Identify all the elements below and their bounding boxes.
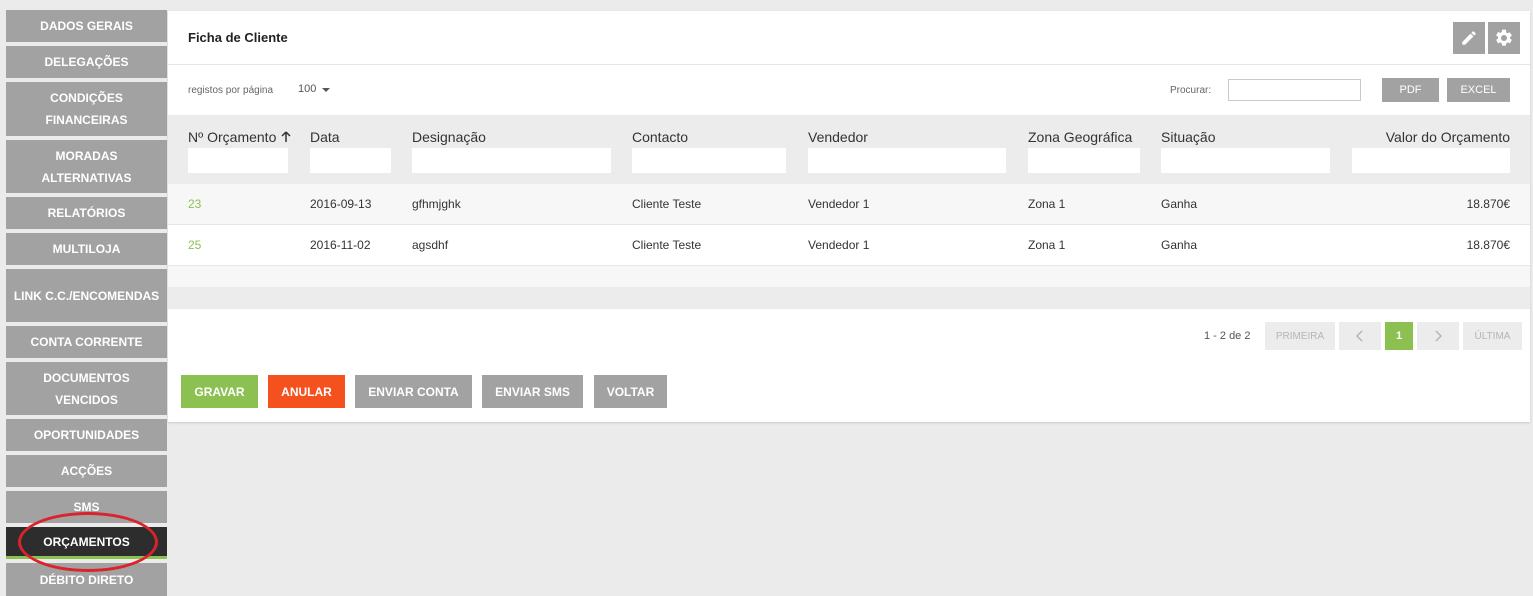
cell-designacao: gfhmjghk xyxy=(412,197,461,211)
cell-numero[interactable]: 23 xyxy=(188,197,201,211)
page-title: Ficha de Cliente xyxy=(188,30,288,45)
column-header-valor[interactable]: Valor do Orçamento xyxy=(1386,129,1510,145)
cell-numero[interactable]: 25 xyxy=(188,238,201,252)
filter-data[interactable] xyxy=(310,148,391,173)
sidebar-item-accoes[interactable]: ACÇÕES xyxy=(6,455,167,487)
pagination-info: 1 - 2 de 2 xyxy=(1204,330,1251,342)
cell-data: 2016-11-02 xyxy=(310,238,371,252)
cell-valor: 18.870€ xyxy=(1466,238,1510,252)
pagination-prev-button[interactable] xyxy=(1339,322,1381,350)
cell-contacto: Cliente Teste xyxy=(632,238,702,252)
sidebar-item-oportunidades[interactable]: OPORTUNIDADES xyxy=(6,419,167,451)
filter-contacto[interactable] xyxy=(632,148,786,173)
sort-ascending-icon xyxy=(281,131,291,142)
column-header-designacao[interactable]: Designação xyxy=(412,129,486,145)
sidebar-item-dados-gerais[interactable]: DADOS GERAIS xyxy=(6,10,167,42)
cell-valor: 18.870€ xyxy=(1466,197,1510,211)
sidebar-item-sms[interactable]: SMS xyxy=(6,491,167,523)
cell-zona: Zona 1 xyxy=(1028,197,1066,211)
cell-contacto: Cliente Teste xyxy=(632,197,702,211)
search-label: Procurar: xyxy=(1170,85,1212,96)
column-header-contacto[interactable]: Contacto xyxy=(632,129,688,145)
filter-vendedor[interactable] xyxy=(808,148,1006,173)
sidebar-item-conta-corrente[interactable]: CONTA CORRENTE xyxy=(6,326,167,358)
filter-numero[interactable] xyxy=(188,148,288,173)
pagination-first-button[interactable]: PRIMEIRA xyxy=(1265,322,1335,350)
filter-situacao[interactable] xyxy=(1161,148,1330,173)
cell-situacao: Ganha xyxy=(1161,238,1198,252)
perpage-label: registos por página xyxy=(188,85,274,96)
table-row[interactable]: 23 2016-09-13 gfhmjghk Cliente Teste Ven… xyxy=(168,184,1530,225)
sidebar-item-documentos-vencidos[interactable]: DOCUMENTOS VENCIDOS xyxy=(6,362,167,415)
column-header-data[interactable]: Data xyxy=(310,129,340,145)
chevron-right-icon xyxy=(1435,330,1442,342)
send-account-button[interactable]: ENVIAR CONTA xyxy=(355,375,472,408)
pdf-button[interactable]: PDF xyxy=(1382,78,1439,102)
table-footer xyxy=(168,266,1530,309)
search-input[interactable] xyxy=(1228,79,1361,101)
edit-button[interactable] xyxy=(1453,22,1485,54)
filter-zona[interactable] xyxy=(1028,148,1140,173)
sidebar-item-link-cc-encomendas[interactable]: LINK C.C./ENCOMENDAS xyxy=(6,269,167,322)
cell-vendedor: Vendedor 1 xyxy=(808,197,870,211)
perpage-value: 100 xyxy=(298,83,317,95)
pencil-icon xyxy=(1462,31,1476,45)
cell-situacao: Ganha xyxy=(1161,197,1198,211)
gear-icon xyxy=(1496,29,1512,46)
save-button[interactable]: GRAVAR xyxy=(181,375,258,408)
sidebar-item-delegacoes[interactable]: DELEGAÇÕES xyxy=(6,46,167,78)
pagination-last-button[interactable]: ÚLTIMA xyxy=(1463,322,1522,350)
filter-designacao[interactable] xyxy=(412,148,611,173)
sidebar-item-multiloja[interactable]: MULTILOJA xyxy=(6,233,167,265)
table-row[interactable]: 25 2016-11-02 agsdhf Cliente Teste Vende… xyxy=(168,225,1530,266)
header-divider xyxy=(168,64,1530,65)
send-sms-button[interactable]: ENVIAR SMS xyxy=(482,375,583,408)
back-button[interactable]: VOLTAR xyxy=(594,375,667,408)
sidebar-item-moradas-alternativas[interactable]: MORADAS ALTERNATIVAS xyxy=(6,140,167,193)
column-header-zona[interactable]: Zona Geográfica xyxy=(1028,129,1132,145)
sidebar-item-orcamentos[interactable]: ORÇAMENTOS xyxy=(6,527,167,559)
sidebar-item-condicoes-financeiras[interactable]: CONDIÇÕES FINANCEIRAS xyxy=(6,82,167,136)
excel-button[interactable]: EXCEL xyxy=(1447,78,1510,102)
pagination-page-1[interactable]: 1 xyxy=(1385,322,1413,350)
cell-designacao: agsdhf xyxy=(412,238,449,252)
chevron-left-icon xyxy=(1356,330,1363,342)
cell-zona: Zona 1 xyxy=(1028,238,1066,252)
cancel-button[interactable]: ANULAR xyxy=(268,375,345,408)
filter-valor[interactable] xyxy=(1352,148,1510,173)
main-panel: Ficha de Cliente registos por página 100… xyxy=(168,11,1530,422)
cell-vendedor: Vendedor 1 xyxy=(808,238,870,252)
pagination-next-button[interactable] xyxy=(1417,322,1459,350)
perpage-select[interactable]: 100 xyxy=(298,83,331,95)
column-header-situacao[interactable]: Situação xyxy=(1161,129,1215,145)
settings-button[interactable] xyxy=(1488,22,1520,54)
column-header-label: Nº Orçamento xyxy=(188,129,277,145)
column-header-numero[interactable]: Nº Orçamento xyxy=(188,129,291,145)
cell-data: 2016-09-13 xyxy=(310,197,372,211)
table-header: Nº Orçamento Data Designação Contacto Ve… xyxy=(168,115,1530,195)
caret-down-icon xyxy=(322,88,331,92)
sidebar-item-debito-direto[interactable]: DÉBITO DIRETO xyxy=(6,563,167,596)
sidebar-item-relatorios[interactable]: RELATÓRIOS xyxy=(6,197,167,229)
column-header-vendedor[interactable]: Vendedor xyxy=(808,129,868,145)
